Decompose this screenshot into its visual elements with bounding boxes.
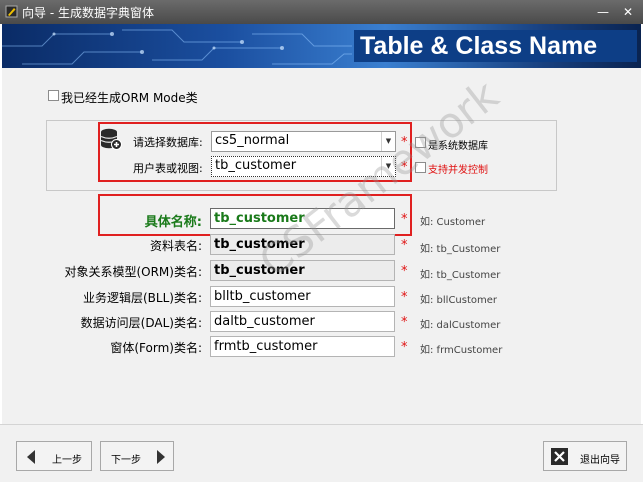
prev-button-label: 上一步: [52, 455, 82, 466]
banner-title: Table & Class Name: [360, 32, 598, 60]
form-class-hint: 如: frmCustomer: [420, 345, 503, 356]
orm-class-label: 对象关系模型(ORM)类名:: [64, 265, 202, 279]
required-mark: *: [401, 212, 408, 227]
form-class-value: frmtb_customer: [214, 339, 318, 354]
prev-button[interactable]: 上一步: [16, 441, 92, 471]
next-button[interactable]: 下一步: [100, 441, 174, 471]
minimize-button[interactable]: —: [593, 2, 613, 22]
required-mark: *: [401, 238, 408, 253]
table-name-hint: 如: tb_Customer: [420, 244, 501, 255]
next-button-label: 下一步: [111, 455, 141, 466]
arrow-right-icon: [157, 450, 165, 464]
close-icon: [551, 448, 568, 465]
banner-title-box: Table & Class Name: [354, 30, 637, 62]
exit-wizard-button[interactable]: 退出向导: [543, 441, 627, 471]
specific-name-hint: 如: Customer: [420, 217, 486, 228]
required-mark: *: [401, 340, 408, 355]
pencil-icon: [5, 5, 18, 18]
bll-class-hint: 如: bllCustomer: [420, 295, 498, 306]
form-class-input[interactable]: frmtb_customer: [210, 336, 395, 357]
required-mark: *: [401, 315, 408, 330]
exit-wizard-label: 退出向导: [580, 455, 620, 466]
bll-class-label: 业务逻辑层(BLL)类名:: [82, 291, 202, 305]
window-title: 向导 - 生成数据字典窗体: [22, 6, 154, 20]
specific-name-label: 具体名称:: [144, 215, 202, 230]
wizard-button-bar: 上一步 下一步 退出向导: [0, 424, 643, 482]
orm-generated-label: 我已经生成ORM Mode类: [61, 91, 198, 105]
bll-class-input[interactable]: blltb_customer: [210, 286, 395, 307]
header-banner: Table & Class Name: [2, 24, 641, 68]
table-name-label: 资料表名:: [149, 239, 202, 253]
title-bar: 向导 - 生成数据字典窗体 — ✕: [0, 0, 643, 24]
form-class-label: 窗体(Form)类名:: [110, 341, 202, 355]
dal-class-input[interactable]: daltb_customer: [210, 311, 395, 332]
required-mark: *: [401, 290, 408, 305]
close-button[interactable]: ✕: [618, 2, 638, 22]
arrow-left-icon: [27, 450, 35, 464]
dal-class-hint: 如: dalCustomer: [420, 320, 501, 331]
bll-class-value: blltb_customer: [214, 289, 311, 304]
dal-class-value: daltb_customer: [214, 314, 315, 329]
orm-generated-checkbox[interactable]: [48, 90, 59, 101]
orm-class-hint: 如: tb_Customer: [420, 270, 501, 281]
required-mark: *: [401, 264, 408, 279]
dal-class-label: 数据访问层(DAL)类名:: [80, 316, 202, 330]
